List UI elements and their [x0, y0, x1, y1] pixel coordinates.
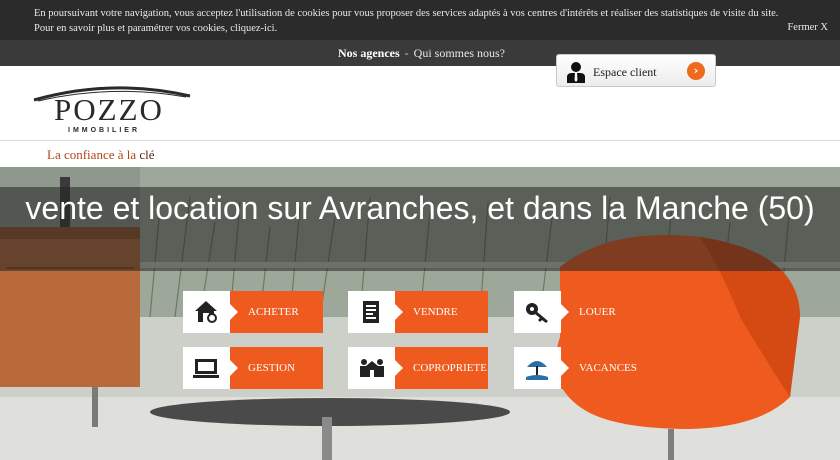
- house-icon: [195, 301, 217, 323]
- service-tile-louer[interactable]: LOUER: [514, 291, 654, 333]
- service-tile-vacances[interactable]: VACANCES: [514, 347, 654, 389]
- service-label: LOUER: [579, 306, 616, 318]
- service-label-box: VENDRE: [395, 291, 488, 333]
- tagline-band: La confiance à la clé: [0, 141, 840, 167]
- service-icon-box: [514, 291, 561, 333]
- tagline: La confiance à la clé: [47, 147, 155, 163]
- service-tile-acheter[interactable]: ACHETER: [183, 291, 323, 333]
- document-icon: [363, 301, 379, 323]
- arrow-right-icon: ›: [687, 62, 705, 80]
- service-label-box: ACHETER: [230, 291, 323, 333]
- service-tile-copropriete[interactable]: COPROPRIETE: [348, 347, 488, 389]
- person-icon: [567, 61, 585, 87]
- site-logo[interactable]: POZZO IMMOBILIER: [30, 76, 195, 136]
- service-tile-gestion[interactable]: GESTION: [183, 347, 323, 389]
- service-icon-box: [183, 291, 230, 333]
- tagline-text: La confiance à la: [47, 147, 140, 162]
- cookie-banner: En poursuivant votre navigation, vous ac…: [0, 0, 840, 40]
- top-nav-links: Nos agences - Qui sommes nous?: [338, 46, 505, 61]
- service-label-box: LOUER: [561, 291, 654, 333]
- cookie-settings-link[interactable]: Pour en savoir plus et paramétrer vos co…: [34, 23, 277, 34]
- people-icon: [360, 359, 384, 377]
- beach-icon: [526, 361, 548, 380]
- computer-icon: [193, 359, 219, 378]
- service-icon-box: [183, 347, 230, 389]
- nav-link-about[interactable]: Qui sommes nous?: [414, 46, 505, 60]
- service-label-box: GESTION: [230, 347, 323, 389]
- service-label: VENDRE: [413, 306, 458, 318]
- cookie-close-button[interactable]: Fermer X: [787, 22, 828, 33]
- hero-banner: vente et location sur Avranches, et dans…: [0, 167, 840, 460]
- service-label: ACHETER: [248, 306, 299, 318]
- service-icon-box: [348, 291, 395, 333]
- hero-title: vente et location sur Avranches, et dans…: [25, 190, 815, 226]
- logo-subtitle: IMMOBILIER: [68, 127, 140, 134]
- service-label-box: COPROPRIETE: [395, 347, 488, 389]
- service-icon-box: [514, 347, 561, 389]
- service-tile-vendre[interactable]: VENDRE: [348, 291, 488, 333]
- nav-link-agences[interactable]: Nos agences: [338, 46, 400, 60]
- cookie-notice-text: En poursuivant votre navigation, vous ac…: [34, 8, 779, 19]
- nav-separator: -: [404, 46, 409, 60]
- client-space-button[interactable]: Espace client ›: [556, 54, 716, 87]
- keys-icon: [526, 303, 548, 323]
- logo-wordmark: POZZO: [54, 92, 164, 127]
- client-space-label: Espace client: [593, 65, 657, 79]
- service-label: VACANCES: [579, 362, 637, 374]
- service-label: COPROPRIETE: [413, 362, 487, 374]
- service-label: GESTION: [248, 362, 296, 374]
- service-label-box: VACANCES: [561, 347, 654, 389]
- service-icon-box: [348, 347, 395, 389]
- tagline-highlight: clé: [139, 147, 155, 162]
